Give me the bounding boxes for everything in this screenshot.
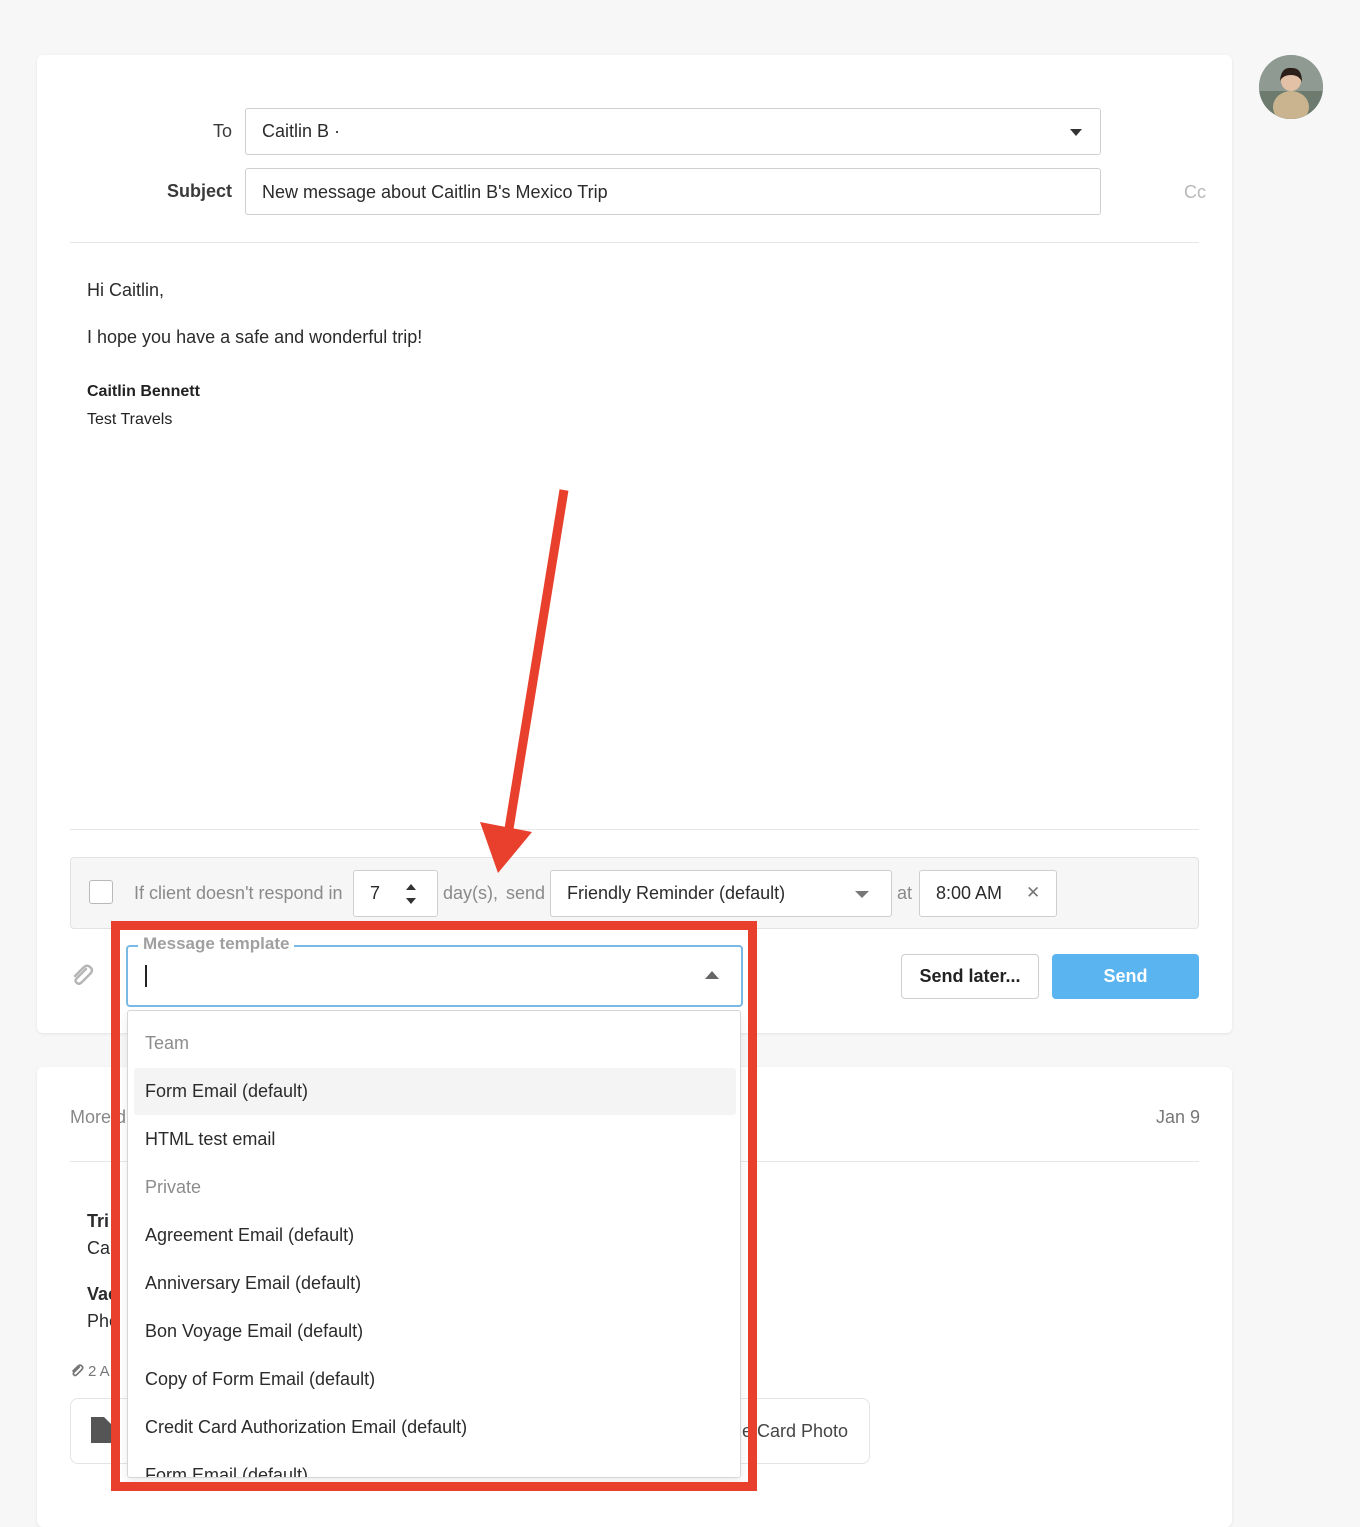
at-label: at — [897, 883, 913, 903]
send-label: send — [506, 883, 546, 903]
to-label: To — [212, 121, 232, 141]
days-stepper[interactable]: 7 — [353, 870, 438, 917]
time-value: 8:00 AM — [936, 883, 1003, 903]
divider — [70, 829, 1199, 830]
history-line: Vac — [87, 1284, 119, 1304]
template-select[interactable] — [126, 945, 743, 1007]
to-select[interactable]: Caitlin B · — [245, 108, 1101, 155]
days-suffix: day(s), — [443, 883, 499, 903]
paperclip-icon — [72, 1364, 84, 1377]
history-line: Pho — [87, 1311, 120, 1331]
subject-input[interactable]: New message about Caitlin B's Mexico Tri… — [245, 168, 1101, 215]
history-line: Ca — [87, 1238, 111, 1258]
divider — [70, 242, 1199, 243]
reminder-select[interactable]: Friendly Reminder (default) — [550, 870, 892, 917]
template-option[interactable]: Bon Voyage Email (default) — [134, 1308, 736, 1355]
paperclip-icon[interactable] — [68, 962, 96, 990]
cc-link[interactable]: Cc — [1184, 182, 1206, 203]
stepper-icon[interactable] — [404, 881, 418, 907]
history-date: Jan 9 — [1156, 1107, 1201, 1127]
chevron-down-icon — [1070, 129, 1082, 136]
chevron-up-icon — [705, 971, 719, 979]
text-cursor — [145, 965, 147, 987]
signature-company: Test Travels — [87, 411, 173, 428]
template-dropdown: Team Form Email (default) HTML test emai… — [127, 1010, 741, 1478]
group-label-private: Private — [145, 1177, 202, 1197]
signature-name: Caitlin Bennett — [87, 383, 200, 400]
subject-label: Subject — [166, 181, 232, 201]
template-option[interactable]: Credit Card Authorization Email (default… — [134, 1404, 736, 1451]
group-label-team: Team — [145, 1033, 190, 1053]
body-line[interactable]: I hope you have a safe and wonderful tri… — [87, 327, 422, 348]
attachment-name: e Card Photo — [742, 1421, 849, 1441]
followup-checkbox[interactable] — [89, 880, 113, 904]
send-later-button[interactable]: Send later... — [901, 954, 1039, 999]
body-greeting[interactable]: Hi Caitlin, — [87, 280, 164, 301]
send-button[interactable]: Send — [1052, 954, 1199, 999]
to-value: Caitlin B · — [262, 121, 341, 141]
file-icon — [91, 1417, 111, 1443]
chevron-down-icon — [855, 891, 869, 898]
avatar-photo — [1259, 55, 1323, 119]
clear-icon[interactable]: ✕ — [1026, 883, 1040, 903]
subject-value: New message about Caitlin B's Mexico Tri… — [262, 182, 608, 202]
days-value: 7 — [370, 883, 381, 903]
template-option[interactable]: HTML test email — [134, 1116, 736, 1163]
template-option[interactable]: Form Email (default) — [134, 1452, 736, 1477]
history-header[interactable]: More d — [70, 1107, 126, 1128]
template-option[interactable]: Copy of Form Email (default) — [134, 1356, 736, 1403]
template-option[interactable]: Anniversary Email (default) — [134, 1260, 736, 1307]
followup-prefix: If client doesn't respond in — [134, 883, 343, 903]
template-option[interactable]: Form Email (default) — [134, 1068, 736, 1115]
history-line: Tri — [87, 1211, 110, 1231]
template-option[interactable]: Agreement Email (default) — [134, 1212, 736, 1259]
annotation-arrow — [480, 489, 569, 873]
reminder-value: Friendly Reminder (default) — [567, 883, 786, 903]
time-input[interactable]: 8:00 AM ✕ — [919, 870, 1057, 917]
template-legend: Message template — [138, 934, 295, 954]
attachments-count: 2 A — [88, 1363, 110, 1380]
user-avatar[interactable] — [1259, 55, 1323, 119]
